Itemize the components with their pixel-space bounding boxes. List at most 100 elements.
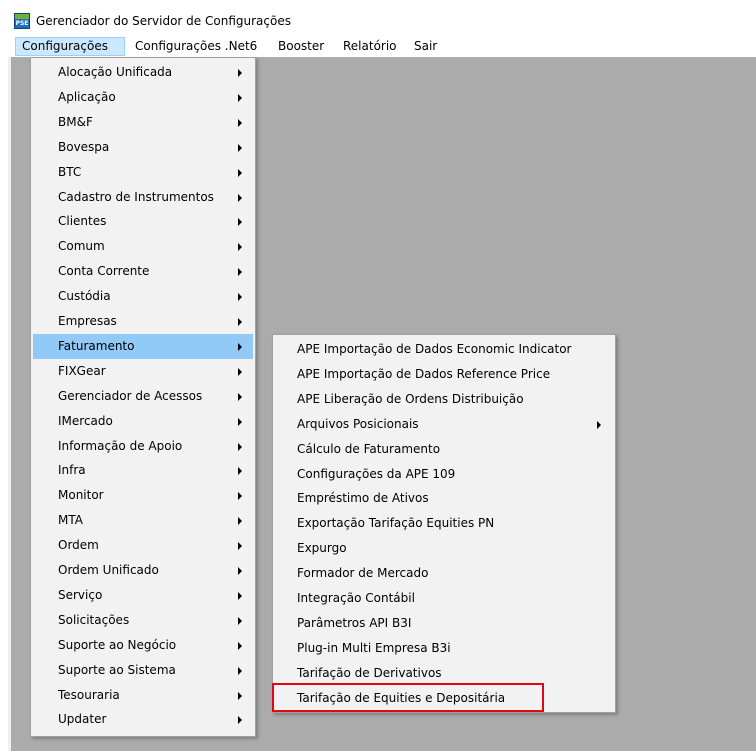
menu-item-label: Informação de Apoio [58, 438, 183, 453]
menu-item-monitor[interactable]: Monitor [33, 483, 253, 508]
submenu-arrow-icon [238, 93, 242, 102]
submenu-item-ape-importacao-de-dados-reference-price[interactable]: APE Importação de Dados Reference Price [275, 362, 613, 387]
menu-item-label: IMercado [58, 413, 113, 428]
submenu-arrow-icon [238, 542, 242, 551]
menu-relatorio[interactable]: Relatório [337, 37, 403, 56]
submenu-arrow-icon [238, 517, 242, 526]
menu-item-informacao-de-apoio[interactable]: Informação de Apoio [33, 434, 253, 459]
menu-item-servico[interactable]: Serviço [33, 583, 253, 608]
submenu-arrow-icon [238, 268, 242, 277]
submenu-arrow-icon [238, 69, 242, 77]
menu-item-alocacao-unificada[interactable]: Alocação Unificada [33, 60, 253, 85]
submenu-item-label: Integração Contábil [297, 591, 415, 605]
menu-configuracoes[interactable]: Configurações [15, 37, 125, 56]
menu-item-updater[interactable]: Updater [33, 707, 253, 732]
menu-item-clientes[interactable]: Clientes [33, 209, 253, 234]
menu-item-empresas[interactable]: Empresas [33, 309, 253, 334]
submenu-arrow-icon [238, 243, 242, 252]
menu-item-comum[interactable]: Comum [33, 234, 253, 259]
submenu-item-label: APE Importação de Dados Reference Price [297, 366, 551, 381]
menu-item-label: Custódia [58, 289, 111, 304]
menu-item-label: Comum [58, 239, 105, 254]
submenu-item-ape-liberacao-de-ordens-distribuicao[interactable]: APE Liberação de Ordens Distribuição [275, 387, 613, 412]
submenu-item-label: Parâmetros API B3I [297, 615, 412, 630]
submenu-item-tarifacao-de-derivativos[interactable]: Tarifação de Derivativos [275, 661, 613, 686]
submenu-item-integracao-contabil[interactable]: Integração Contábil [275, 586, 613, 611]
submenu-arrow-icon [238, 392, 242, 401]
menu-item-label: Conta Corrente [58, 264, 150, 279]
submenu-arrow-icon [238, 616, 242, 625]
submenu-item-exportacao-tarifacao-equities-pn[interactable]: Exportação Tarifação Equities PN [275, 511, 613, 536]
submenu-arrow-icon [238, 641, 242, 650]
annotation-highlight-box [272, 683, 544, 712]
submenu-item-label: APE Importação de Dados Economic Indicat… [297, 342, 572, 356]
submenu-arrow-icon [238, 492, 242, 501]
menu-item-label: FIXGear [58, 363, 106, 378]
submenu-item-ape-importacao-de-dados-economic-indicator[interactable]: APE Importação de Dados Economic Indicat… [275, 337, 613, 362]
menu-item-suporte-ao-sistema[interactable]: Suporte ao Sistema [33, 658, 253, 683]
menu-item-infra[interactable]: Infra [33, 458, 253, 483]
submenu-arrow-icon [238, 168, 242, 177]
submenu-arrow-icon [238, 591, 242, 600]
submenu-item-calculo-de-faturamento[interactable]: Cálculo de Faturamento [275, 437, 613, 462]
submenu-item-arquivos-posicionais[interactable]: Arquivos Posicionais [275, 412, 613, 437]
submenu-item-expurgo[interactable]: Expurgo [275, 536, 613, 561]
title-bar: PSE Gerenciador do Servidor de Configura… [0, 0, 756, 33]
submenu-arrow-icon [238, 716, 242, 725]
configuracoes-dropdown: Alocação Unificada Aplicação BM&F Bovespa BT… [30, 57, 256, 737]
menu-item-suporte-ao-negocio[interactable]: Suporte ao Negócio [33, 633, 253, 658]
submenu-item-label: Exportação Tarifação Equities PN [297, 516, 495, 531]
submenu-item-emprestimo-de-ativos[interactable]: Empréstimo de Ativos [275, 486, 613, 511]
submenu-arrow-icon [597, 420, 601, 429]
submenu-item-formador-de-mercado[interactable]: Formador de Mercado [275, 561, 613, 586]
menu-booster[interactable]: Booster [272, 37, 330, 56]
menu-item-ordem[interactable]: Ordem [33, 533, 253, 558]
submenu-arrow-icon [238, 293, 242, 302]
submenu-arrow-icon [238, 691, 242, 700]
menu-item-custodia[interactable]: Custódia [33, 284, 253, 309]
menu-bar: Configurações Configurações .Net6 Booste… [0, 36, 756, 57]
menu-item-btc[interactable]: BTC [33, 160, 253, 185]
submenu-arrow-icon [238, 417, 242, 426]
menu-item-label: Cadastro de Instrumentos [58, 189, 214, 204]
menu-configuracoes-net6[interactable]: Configurações .Net6 [129, 37, 263, 56]
faturamento-submenu: APE Importação de Dados Economic Indicat… [272, 334, 616, 713]
menu-item-tesouraria[interactable]: Tesouraria [33, 683, 253, 708]
menu-item-aplicacao[interactable]: Aplicação [33, 85, 253, 110]
menu-item-imercado[interactable]: IMercado [33, 409, 253, 434]
menu-item-solicitacoes[interactable]: Solicitações [33, 608, 253, 633]
menu-item-label: Infra [58, 463, 86, 478]
submenu-item-label: Arquivos Posicionais [297, 416, 419, 431]
menu-item-bm-f[interactable]: BM&F [33, 110, 253, 135]
menu-item-label: BTC [58, 164, 82, 179]
menu-item-label: Monitor [58, 488, 104, 503]
menu-item-conta-corrente[interactable]: Conta Corrente [33, 259, 253, 284]
submenu-item-label: Configurações da APE 109 [297, 466, 456, 481]
menu-item-bovespa[interactable]: Bovespa [33, 135, 253, 160]
menu-item-mta[interactable]: MTA [33, 508, 253, 533]
menu-item-label: Updater [58, 712, 107, 727]
app-icon: PSE [14, 13, 30, 29]
menu-item-fixgear[interactable]: FIXGear [33, 359, 253, 384]
submenu-item-parametros-api-b3i[interactable]: Parâmetros API B3I [275, 611, 613, 636]
menu-item-label: Alocação Unificada [58, 65, 173, 79]
menu-item-gerenciador-de-acessos[interactable]: Gerenciador de Acessos [33, 384, 253, 409]
submenu-item-label: Formador de Mercado [297, 566, 429, 581]
submenu-arrow-icon [238, 442, 242, 451]
menu-item-label: Serviço [58, 587, 103, 602]
menu-item-label: Tesouraria [58, 687, 120, 702]
menu-item-label: Empresas [58, 314, 117, 328]
menu-item-faturamento[interactable]: Faturamento [33, 333, 253, 359]
submenu-item-label: APE Liberação de Ordens Distribuição [297, 391, 524, 406]
menu-item-ordem-unificado[interactable]: Ordem Unificado [33, 558, 253, 583]
submenu-item-configuracoes-da-ape-109[interactable]: Configurações da APE 109 [275, 462, 613, 487]
submenu-arrow-icon [238, 342, 242, 351]
menu-item-label: Ordem Unificado [58, 563, 159, 577]
menu-sair[interactable]: Sair [408, 37, 443, 56]
submenu-item-plug-in-multi-empresa-b3i[interactable]: Plug-in Multi Empresa B3i [275, 636, 613, 661]
submenu-item-label: Tarifação de Derivativos [297, 665, 442, 680]
submenu-arrow-icon [238, 567, 242, 575]
submenu-arrow-icon [238, 218, 242, 227]
menu-item-label: Suporte ao Sistema [58, 662, 176, 677]
menu-item-cadastro-de-instrumentos[interactable]: Cadastro de Instrumentos [33, 185, 253, 210]
